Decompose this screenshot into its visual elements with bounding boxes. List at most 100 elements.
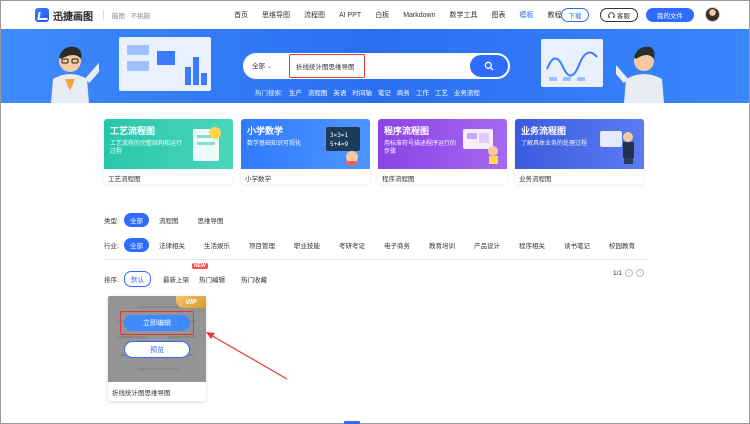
- chevron-down-icon: ⌄: [267, 64, 273, 70]
- businessman-icon: [600, 131, 634, 164]
- industry-option[interactable]: 职业技能: [294, 240, 320, 250]
- hot-search: 热门搜索: 生产 流程图 英语 时间轴 笔记 商务 工作 工艺 业务流程: [255, 87, 480, 97]
- sort-option-hot-edit[interactable]: 热门编辑: [199, 274, 225, 284]
- hot-tag[interactable]: 工作: [416, 87, 429, 97]
- card-desc: 数学基础知识可视化: [247, 141, 302, 147]
- card-caption: 业务流程图: [519, 176, 552, 183]
- search-input[interactable]: 折线统计图思维导图: [289, 54, 365, 78]
- search-bar: 全部 ⌄: [243, 53, 510, 79]
- hero-banner: 全部 ⌄ 热门搜索: 生产 流程图 英语 时间轴 笔记 商务 工作 工艺 业务流程: [1, 29, 749, 103]
- hot-tag[interactable]: 时间轴: [352, 87, 372, 97]
- avatar[interactable]: [705, 7, 720, 22]
- new-badge: NEW: [192, 263, 208, 269]
- hot-tag[interactable]: 流程图: [308, 87, 328, 97]
- industry-option[interactable]: 教育培训: [429, 240, 455, 250]
- hot-tag[interactable]: 英语: [333, 87, 346, 97]
- my-files-button[interactable]: 我的文件: [646, 8, 694, 22]
- industry-option[interactable]: 程序相关: [519, 240, 545, 250]
- nav-charts[interactable]: 图表: [491, 10, 505, 20]
- hot-tag[interactable]: 生产: [289, 87, 302, 97]
- card-desc: 用标准符号描述程序运行的步骤: [384, 141, 457, 155]
- page-indicator: 1/1: [613, 269, 623, 277]
- category-cards: 工艺流程图 工艺流程的完整结构和运行过程 工艺流程图 小学数学 数学基础知识可视…: [104, 119, 644, 184]
- industry-option[interactable]: 读书笔记: [564, 240, 590, 250]
- nav-flowchart[interactable]: 流程图: [304, 10, 325, 20]
- pager: 1/1 ‹ ›: [613, 269, 645, 277]
- card-caption: 工艺流程图: [108, 176, 141, 183]
- document-check-icon: [193, 127, 221, 161]
- card-desc: 工艺流程的完整结构和运行过程: [110, 141, 183, 155]
- service-label: 客服: [617, 13, 630, 20]
- prev-page-icon[interactable]: ‹: [625, 269, 634, 277]
- industry-option[interactable]: 法律相关: [159, 240, 185, 250]
- industry-option[interactable]: 考研考证: [339, 240, 365, 250]
- nav-markdown[interactable]: Markdown: [403, 12, 435, 19]
- edit-now-button[interactable]: 立即编辑: [124, 315, 190, 331]
- whiteboard-illustration: [119, 37, 211, 91]
- nav-home[interactable]: 首页: [234, 10, 248, 20]
- nav-whiteboard[interactable]: 白板: [375, 10, 389, 20]
- search-button[interactable]: [470, 55, 508, 77]
- industry-option[interactable]: 项目管理: [249, 240, 275, 250]
- blackboard-icon: 3×3=1 5+4=9: [326, 127, 360, 165]
- type-option[interactable]: 思维导图: [198, 215, 224, 225]
- nav-templates[interactable]: 模板: [519, 10, 533, 20]
- card-banner: 业务流程图 了解具体业务的处理过程: [515, 119, 644, 169]
- sort-default-pill[interactable]: 默认: [124, 271, 151, 287]
- industry-option[interactable]: 电子商务: [384, 240, 410, 250]
- industry-all-pill[interactable]: 全部: [124, 238, 149, 252]
- service-button[interactable]: 客服: [600, 8, 638, 22]
- type-option[interactable]: 流程图: [159, 215, 179, 225]
- card-banner: 工艺流程图 工艺流程的完整结构和运行过程: [104, 119, 233, 169]
- sort-option-newest[interactable]: 最新上架: [163, 274, 189, 284]
- template-hover-overlay: [108, 296, 206, 382]
- hot-tag[interactable]: 工艺: [435, 87, 448, 97]
- industry-option[interactable]: 生活娱乐: [204, 240, 230, 250]
- industry-filter-label: 行业:: [104, 243, 119, 250]
- search-scope-select[interactable]: 全部 ⌄: [252, 60, 272, 70]
- nav-tutorials[interactable]: 教程: [547, 10, 561, 20]
- card-banner: 程序流程图 用标准符号描述程序运行的步骤: [378, 119, 507, 169]
- card-caption: 小学数学: [245, 176, 271, 183]
- hot-search-label: 热门搜索:: [255, 90, 283, 97]
- category-card-business[interactable]: 业务流程图 了解具体业务的处理过程 业务流程图: [515, 119, 644, 184]
- hot-tag[interactable]: 业务流程: [454, 87, 480, 97]
- main-nav: 首页 思维导图 流程图 AI PPT 白板 Markdown 数学工具 图表 模…: [234, 1, 575, 29]
- industry-filter: 行业: 全部 法律相关 生活娱乐 项目管理 职业技能 考研考证 电子商务 教育培…: [104, 238, 654, 252]
- template-card[interactable]: VIP 立即编辑 预览 折线统计图思维导图: [108, 296, 206, 401]
- category-card-math[interactable]: 小学数学 数学基础知识可视化 3×3=1 5+4=9 小学数学: [241, 119, 370, 184]
- teacher-illustration: [51, 46, 99, 103]
- card-desc: 了解具体业务的处理过程: [521, 141, 588, 147]
- nav-math-tools[interactable]: 数学工具: [449, 10, 477, 20]
- next-page-icon[interactable]: ›: [636, 269, 645, 277]
- industry-option[interactable]: 产品设计: [474, 240, 500, 250]
- industry-option[interactable]: 校园教育: [609, 240, 635, 250]
- divider: [104, 259, 649, 260]
- search-scope-label: 全部: [252, 63, 265, 70]
- top-header: 迅捷画图 脑图 · 不挑脑 首页 思维导图 流程图 AI PPT 白板 Mark…: [1, 1, 749, 29]
- template-name: 折线统计图思维导图: [112, 390, 171, 397]
- screen-presentation-icon: [463, 129, 498, 164]
- category-card-program[interactable]: 程序流程图 用标准符号描述程序运行的步骤 程序流程图: [378, 119, 507, 184]
- logo-icon: [35, 8, 49, 22]
- hot-tag[interactable]: 商务: [397, 87, 410, 97]
- logo[interactable]: 迅捷画图 脑图 · 不挑脑: [35, 8, 150, 23]
- nav-mindmap[interactable]: 思维导图: [262, 10, 290, 20]
- type-all-pill[interactable]: 全部: [124, 213, 149, 227]
- logo-text: 迅捷画图: [53, 11, 93, 23]
- sort-label: 排序:: [104, 277, 119, 284]
- vip-badge: VIP: [176, 296, 206, 308]
- sort-option-hot-fav[interactable]: 热门收藏: [241, 274, 267, 284]
- type-filter-label: 类型:: [104, 218, 119, 225]
- preview-button[interactable]: 预览: [124, 341, 190, 358]
- type-filter: 类型: 全部 流程图 思维导图: [104, 213, 243, 227]
- nav-ai-ppt[interactable]: AI PPT: [339, 12, 361, 19]
- headset-icon: [608, 11, 615, 18]
- download-button[interactable]: 下载: [561, 8, 589, 22]
- category-card-process[interactable]: 工艺流程图 工艺流程的完整结构和运行过程 工艺流程图: [104, 119, 233, 184]
- sort-bar: 排序: 默认 最新上架 热门编辑 热门收藏 NEW: [104, 263, 286, 287]
- slogan: 脑图 · 不挑脑: [103, 10, 150, 20]
- search-icon: [484, 61, 494, 71]
- chart-board-illustration: [541, 39, 603, 87]
- hot-tag[interactable]: 笔记: [378, 87, 391, 97]
